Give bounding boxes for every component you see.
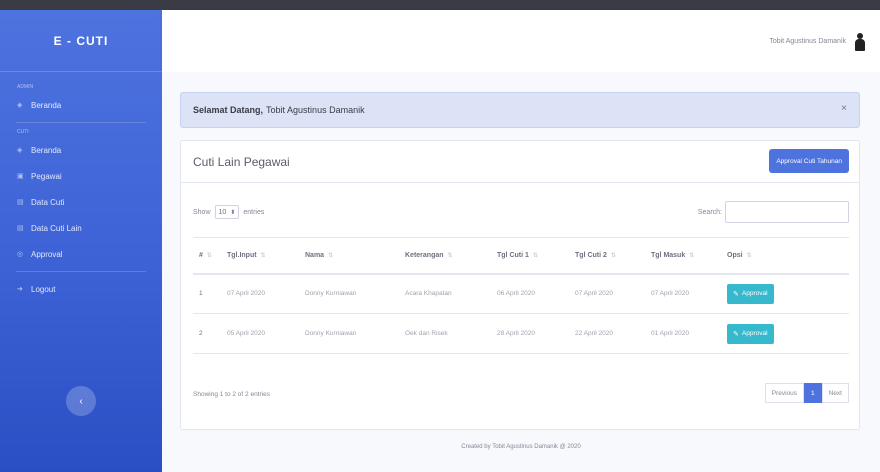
logout-icon: ➜ [17,286,23,293]
sidebar-item-label: Approval [31,249,63,259]
dashboard-icon: ◈ [17,102,23,109]
table-row: 2 05 April 2020 Donny Kurniawan Oek dan … [193,313,849,354]
cell-nama: Donny Kurniawan [299,273,399,314]
leave-table: # ⇅ Tgl.Input ⇅ Nama ⇅ Keterangan ⇅ Tgl Cuti… [193,237,849,354]
table-row: 1 07 April 2020 Donny Kurniawan Acara Kh… [193,273,849,314]
search-label: Search: [697,208,722,216]
cell-keterangan: Oek dan Risek [399,313,491,354]
sort-icon: ⇅ [206,252,212,259]
edit-icon: ✎ [733,290,739,298]
pagination: Previous 1 Next [764,383,849,403]
sort-icon: ⇅ [260,252,266,259]
pagination-previous[interactable]: Previous [764,383,804,403]
sidebar-divider [16,122,146,123]
cell-tgl-cuti-1: 06 April 2020 [491,273,569,314]
column-header[interactable]: # ⇅ [193,237,221,275]
user-name[interactable]: Tobit Agustinus Damanik [769,38,846,45]
approval-cuti-tahunan-button[interactable]: Approval Cuti Tahunan [769,149,849,173]
check-icon: ◎ [17,251,24,258]
search-input[interactable] [725,201,849,223]
column-header[interactable]: Opsi ⇅ [721,237,849,275]
sort-icon: ⇅ [746,252,752,259]
sidebar-item-label: Data Cuti [31,197,65,207]
alert-user-name: Tobit Agustinus Damanik [266,105,365,115]
column-header[interactable]: Tgl Cuti 2 ⇅ [569,237,645,275]
approval-label: Approval [741,290,768,298]
user-avatar-icon[interactable] [854,31,866,51]
sidebar-item-data-cuti[interactable]: ▤ Data Cuti [0,189,162,215]
length-value: 10 [218,208,227,216]
cell-tgl-input: 07 April 2020 [221,273,299,314]
sort-icon: ⇅ [610,252,616,259]
close-icon[interactable]: × [841,103,847,114]
brand-logo[interactable]: E - CUTI [0,10,162,72]
main-content: Selamat Datang, Tobit Agustinus Damanik … [162,72,880,472]
cell-no: 2 [193,313,221,354]
cell-tgl-cuti-1: 28 April 2020 [491,313,569,354]
cell-tgl-cuti-2: 07 April 2020 [569,273,645,314]
cell-opsi: ✎ Approval [721,313,849,354]
cell-tgl-masuk: 01 April 2020 [645,313,721,354]
approval-button[interactable]: ✎ Approval [727,283,774,304]
column-header[interactable]: Tgl Masuk ⇅ [645,237,721,275]
sort-icon: ⇅ [532,252,538,259]
sidebar-item-pegawai[interactable]: ▣ Pegawai [0,163,162,189]
sidebar-item-approval[interactable]: ◎ Approval [0,241,162,267]
footer-credit: Created by Tobit Agustinus Damanik @ 202… [461,444,581,450]
sidebar-item-label: Beranda [31,100,62,110]
table-info: Showing 1 to 2 of 2 entries [193,391,270,398]
cell-opsi: ✎ Approval [721,273,849,314]
cell-tgl-masuk: 07 April 2020 [645,273,721,314]
approval-label: Approval [741,330,768,337]
sort-icon: ⇅ [447,252,453,259]
search-control: Search: [698,201,849,223]
sidebar-heading-admin: ADMIN [17,84,34,90]
sort-icon: ⇅ [689,252,695,259]
show-label: Show [193,208,211,216]
sidebar-heading-cuti: CUTI [17,129,29,135]
card-header: Cuti Lain Pegawai Approval Cuti Tahunan [181,141,859,183]
leave-card: Cuti Lain Pegawai Approval Cuti Tahunan … [180,140,860,430]
sidebar-toggle-button[interactable]: ‹ [66,386,96,416]
table-icon: ▤ [17,225,24,232]
sidebar-item-data-cuti-lain[interactable]: ▤ Data Cuti Lain [0,215,162,241]
dashboard-icon: ◈ [17,147,23,154]
cell-keterangan: Acara Khapatan [399,273,491,314]
users-icon: ▣ [17,173,24,180]
chevron-left-icon: ‹ [79,395,83,407]
sidebar-item-beranda[interactable]: ◈ Beranda [0,92,162,118]
sidebar-item-logout[interactable]: ➜ Logout [0,276,162,302]
column-header[interactable]: Nama ⇅ [299,237,399,275]
alert-greeting: Selamat Datang, [193,105,264,115]
cell-tgl-cuti-2: 22 April 2020 [569,313,645,354]
sidebar-divider [16,271,146,272]
welcome-alert: Selamat Datang, Tobit Agustinus Damanik … [180,92,860,128]
column-header[interactable]: Keterangan ⇅ [399,237,491,275]
edit-icon: ✎ [733,330,739,338]
sidebar-item-label: Beranda [31,145,62,155]
topbar: Tobit Agustinus Damanik [162,10,880,72]
cell-no: 1 [193,273,221,314]
entries-length-select[interactable]: 10 ⬍ [214,205,240,219]
entries-label: entries [243,208,265,216]
sidebar-item-label: Pegawai [31,171,62,181]
table-icon: ▤ [17,199,24,206]
sidebar: E - CUTI ADMIN ◈ Beranda CUTI ◈ Beranda … [0,10,162,472]
sidebar-item-beranda-2[interactable]: ◈ Beranda [0,137,162,163]
window-top-bar [0,0,880,10]
cell-tgl-input: 05 April 2020 [221,313,299,354]
approval-button[interactable]: ✎ Approval [727,323,774,344]
pagination-page-1[interactable]: 1 [804,383,822,403]
length-control: Show 10 ⬍ entries [193,205,264,219]
sort-icon: ⬍ [230,209,236,216]
sidebar-item-label: Logout [31,284,56,294]
table-header-row: # ⇅ Tgl.Input ⇅ Nama ⇅ Keterangan ⇅ Tgl Cuti… [193,237,849,275]
column-header[interactable]: Tgl Cuti 1 ⇅ [491,237,569,275]
cell-nama: Donny Kurniawan [299,313,399,354]
column-header[interactable]: Tgl.Input ⇅ [221,237,299,275]
sidebar-item-label: Data Cuti Lain [31,223,82,233]
card-title: Cuti Lain Pegawai [193,154,290,169]
pagination-next[interactable]: Next [821,383,849,403]
sort-icon: ⇅ [328,252,334,259]
